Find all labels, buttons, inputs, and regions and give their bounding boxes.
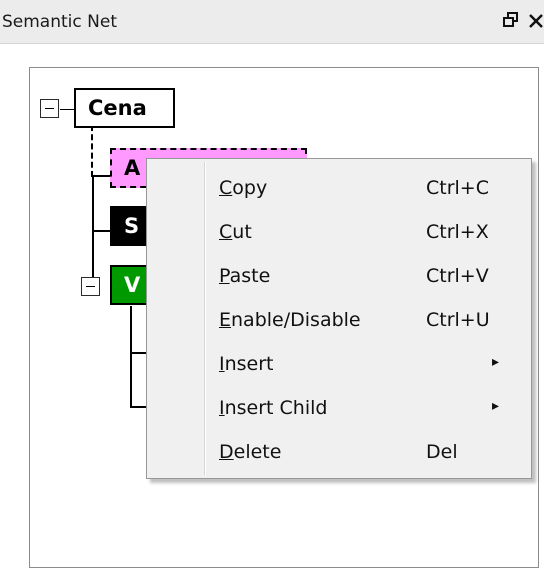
menu-item-shortcut: Ctrl+C [426, 177, 489, 199]
tree-connector [130, 306, 132, 408]
submenu-arrow-icon: ▸ [492, 354, 500, 370]
submenu-arrow-icon: ▸ [492, 398, 500, 414]
menu-item-label: Paste [219, 265, 271, 287]
menu-item-shortcut: Ctrl+U [426, 309, 490, 331]
tree-connector [93, 175, 111, 177]
context-menu: Copy Ctrl+C Cut Ctrl+X Paste Ctrl+V Enab… [146, 158, 532, 479]
panel-title: Semantic Net [2, 12, 117, 32]
menu-item-insert[interactable]: Insert ▸ [149, 342, 529, 386]
tree-node-label: S [124, 214, 140, 238]
menu-item-shortcut: Del [426, 441, 458, 463]
menu-item-label: Cut [219, 221, 252, 243]
menu-item-label: Enable/Disable [219, 309, 361, 331]
menu-item-label: Insert [219, 353, 274, 375]
tree-node-label: A [124, 156, 141, 180]
menu-item-paste[interactable]: Paste Ctrl+V [149, 254, 529, 298]
tree-node-root[interactable]: Cena [74, 88, 175, 128]
tree-node-label: V [124, 273, 141, 297]
menu-item-copy[interactable]: Copy Ctrl+C [149, 166, 529, 210]
tree-connector [60, 109, 75, 110]
collapse-toggle-icon[interactable] [40, 99, 59, 118]
semantic-net-panel: Semantic Net Cena A S V Copy Ctrl+C Cut … [0, 0, 544, 574]
restore-window-icon[interactable] [502, 11, 520, 34]
menu-item-cut[interactable]: Cut Ctrl+X [149, 210, 529, 254]
menu-item-shortcut: Ctrl+X [426, 221, 489, 243]
menu-item-delete[interactable]: Delete Del [149, 430, 529, 474]
menu-item-shortcut: Ctrl+V [426, 265, 489, 287]
tree-node-label: Cena [88, 96, 147, 120]
menu-item-enable-disable[interactable]: Enable/Disable Ctrl+U [149, 298, 529, 342]
panel-titlebar[interactable]: Semantic Net [0, 0, 544, 44]
menu-item-label: Copy [219, 177, 268, 199]
collapse-toggle-icon[interactable] [81, 277, 100, 296]
menu-item-insert-child[interactable]: Insert Child ▸ [149, 386, 529, 430]
tree-connector [91, 125, 93, 177]
menu-item-label: Insert Child [219, 397, 328, 419]
tree-connector [93, 230, 111, 232]
close-icon[interactable] [528, 11, 544, 34]
menu-item-label: Delete [219, 441, 282, 463]
